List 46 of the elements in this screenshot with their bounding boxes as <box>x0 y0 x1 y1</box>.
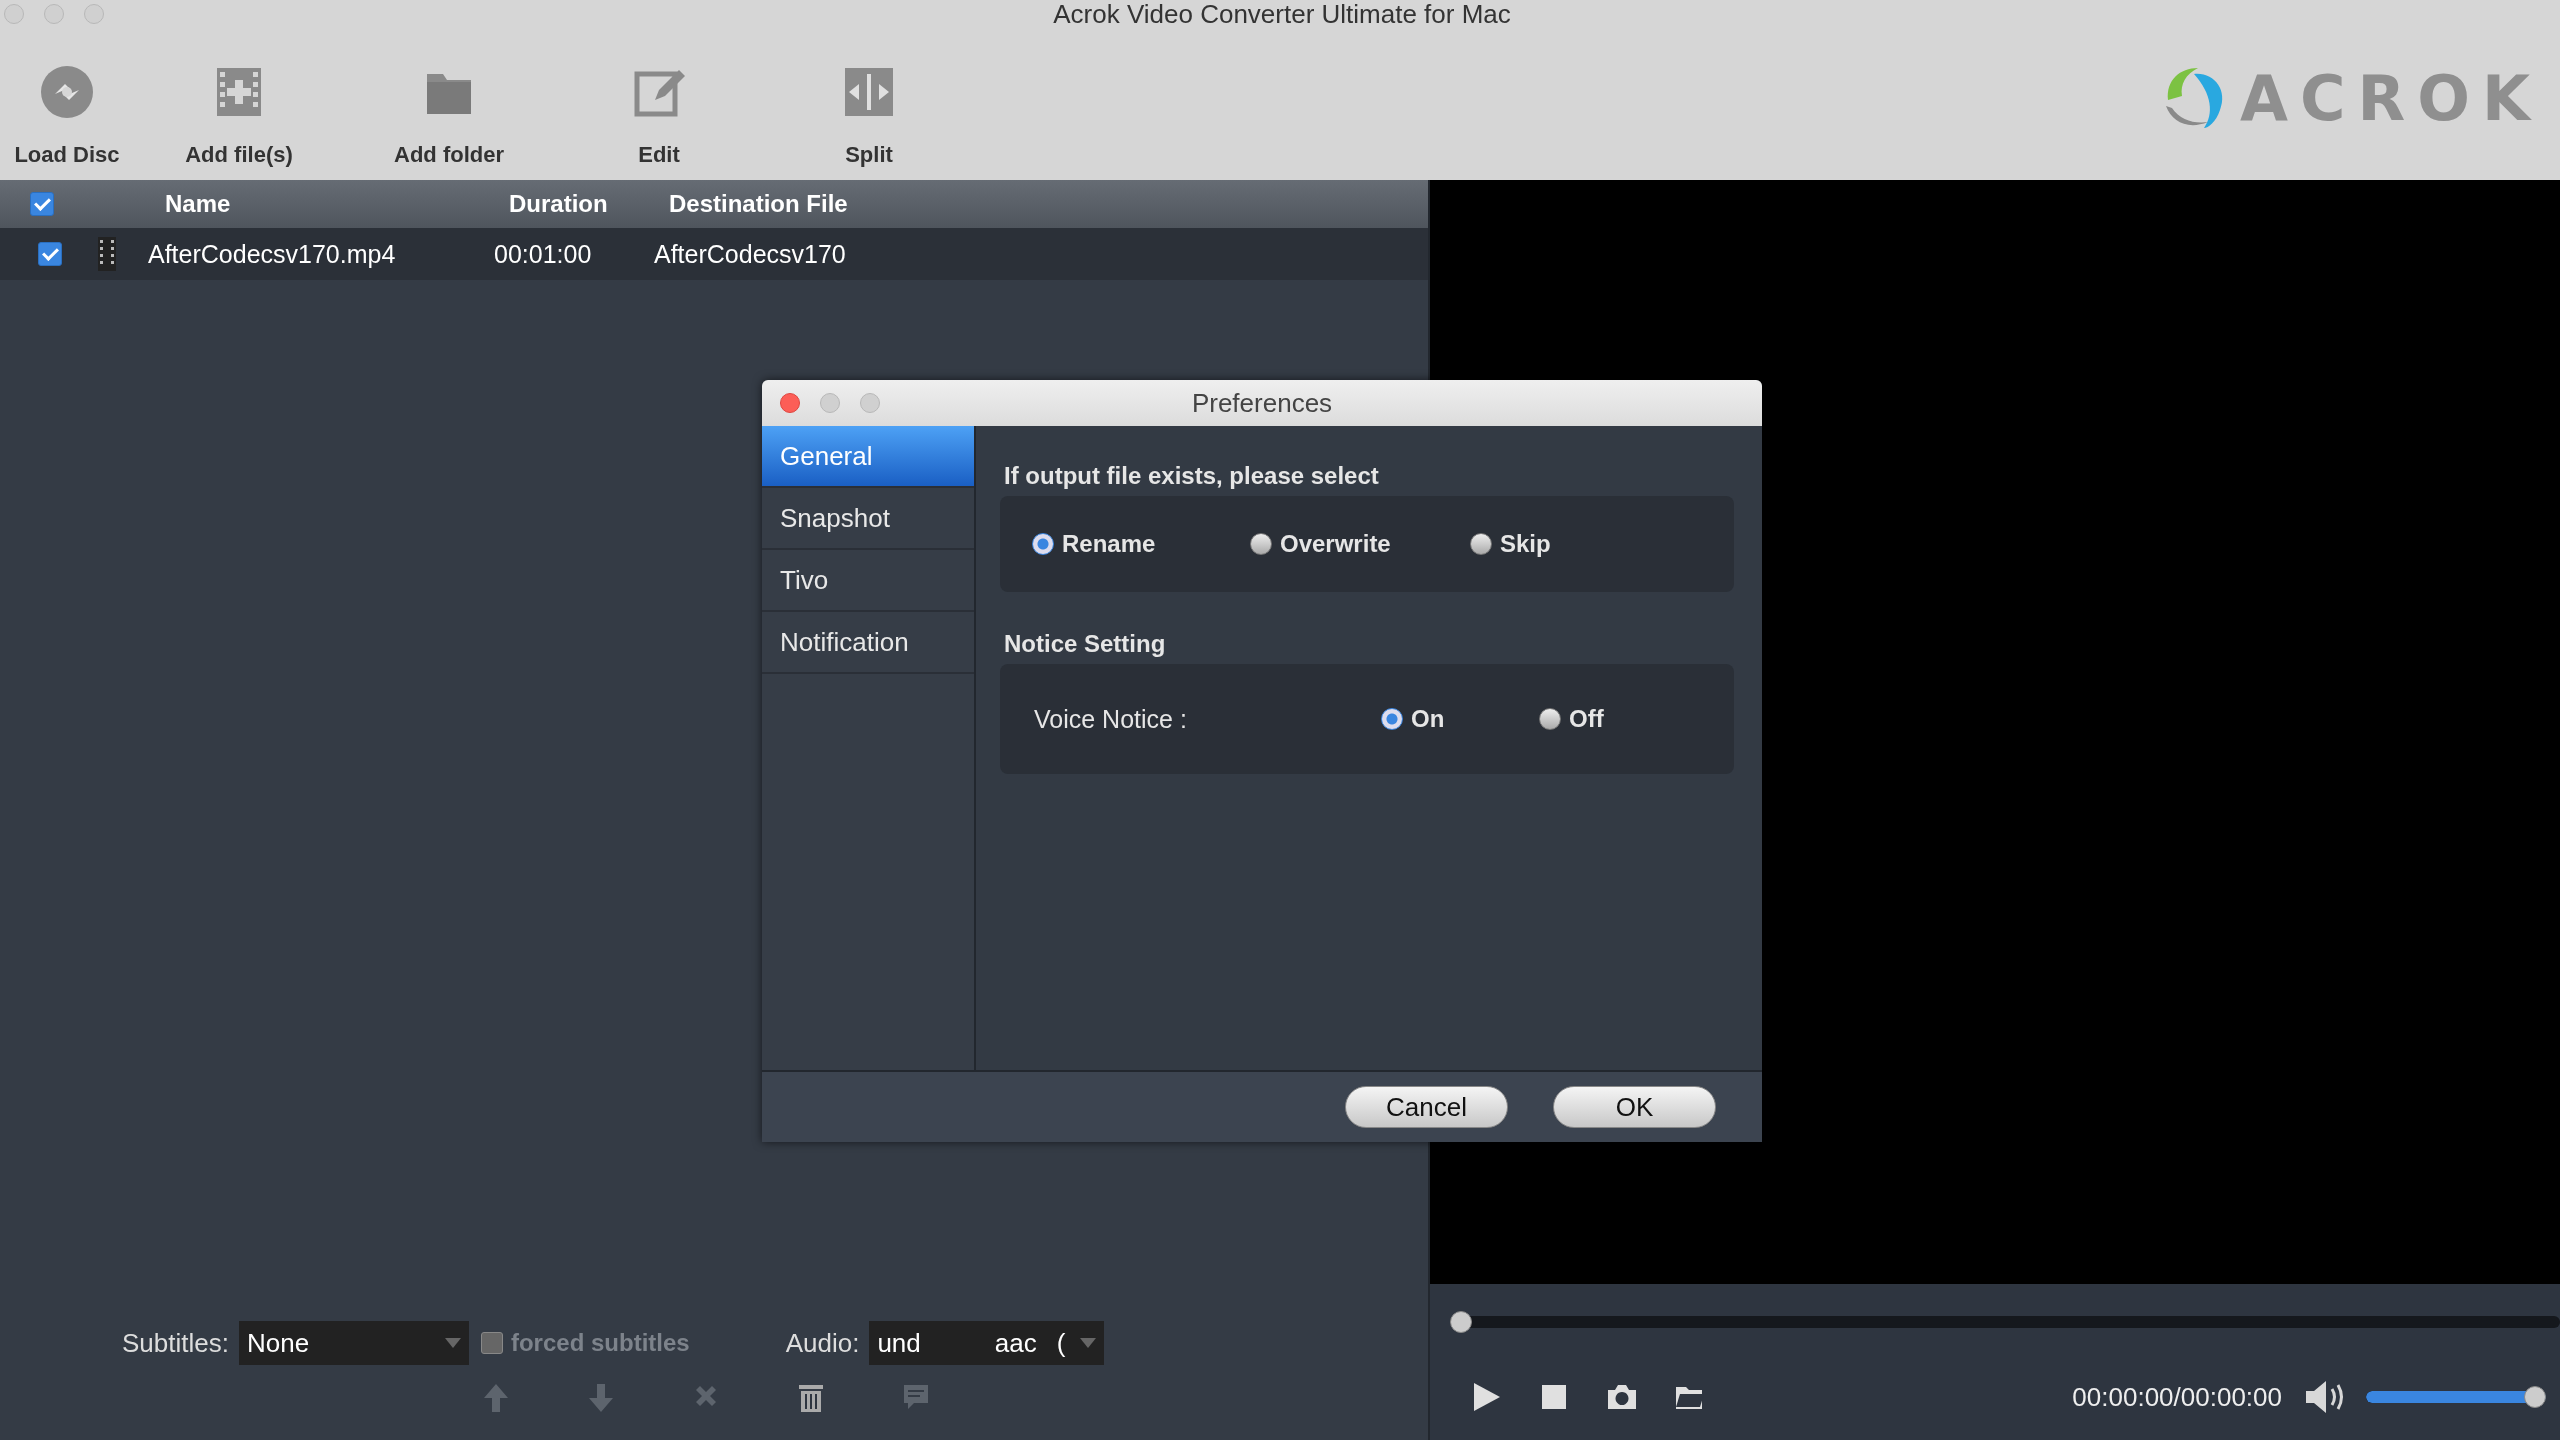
sidebar-tab[interactable]: Notification <box>762 612 974 674</box>
trash-icon[interactable] <box>797 1382 825 1414</box>
table-cell: AfterCodecsv170 <box>654 239 846 269</box>
toolbar-button[interactable]: Split <box>764 28 974 180</box>
radio-option[interactable]: Overwrite <box>1250 530 1391 558</box>
time-display: 00:00:00/00:00:00 <box>2072 1381 2282 1413</box>
radio-option[interactable]: Rename <box>1032 530 1156 558</box>
caret-icon <box>1080 1338 1097 1348</box>
toolbar-button[interactable]: Add folder <box>344 28 554 180</box>
select-all-checkbox[interactable] <box>30 192 54 216</box>
sidebar-tab[interactable]: General <box>762 426 974 488</box>
radio-option[interactable]: On <box>1381 705 1445 733</box>
audio-label: Audio: <box>785 1327 860 1359</box>
column-header[interactable]: Name <box>165 190 231 218</box>
setting-label: Voice Notice : <box>1034 704 1188 734</box>
subtitles-dropdown[interactable]: None <box>238 1321 469 1365</box>
group-title: Notice Setting <box>1003 630 1167 658</box>
seek-handle[interactable] <box>1450 1311 1472 1333</box>
table-cell: AfterCodecsv170.mp4 <box>148 239 396 269</box>
close-button[interactable] <box>780 393 800 413</box>
toolbar-button[interactable]: Add file(s) <box>134 28 344 180</box>
window-title: Acrok Video Converter Ultimate for Mac <box>1052 0 1512 30</box>
row-checkbox[interactable] <box>38 242 62 266</box>
radio-option[interactable]: Off <box>1539 705 1604 733</box>
film-icon <box>98 237 116 271</box>
file-row[interactable]: AfterCodecsv170.mp4 00:01:00 AfterCodecsv170 <box>0 228 1428 280</box>
dialog-button[interactable]: OK <box>1553 1086 1716 1128</box>
audio-dropdown[interactable]: und aac ( <box>869 1321 1105 1365</box>
sidebar-tab[interactable]: Snapshot <box>762 488 974 550</box>
logo-wordmark: ACROK <box>2240 61 2542 135</box>
dialog-button[interactable]: Cancel <box>1345 1086 1508 1128</box>
dialog-title: Preferences <box>1191 387 1333 419</box>
group-title: If output file exists, please select <box>1003 462 1380 490</box>
sidebar-tab[interactable]: Tivo <box>762 550 974 612</box>
radio-option[interactable]: Skip <box>1470 530 1551 558</box>
caret-icon <box>444 1338 461 1348</box>
volume-handle[interactable] <box>2524 1386 2546 1408</box>
table-cell: 00:01:00 <box>494 239 592 269</box>
toolbar-button[interactable]: Edit <box>554 28 764 180</box>
toolbar-button[interactable]: Load Disc <box>0 28 134 180</box>
subtitles-label: Subtitles: <box>122 1327 229 1359</box>
disc-icon <box>39 64 95 120</box>
forced-subtitles-label: forced subtitles <box>510 1329 690 1357</box>
column-header[interactable]: Duration <box>509 190 608 218</box>
volume-slider[interactable] <box>2366 1386 2546 1408</box>
column-header[interactable]: Destination File <box>669 190 848 218</box>
